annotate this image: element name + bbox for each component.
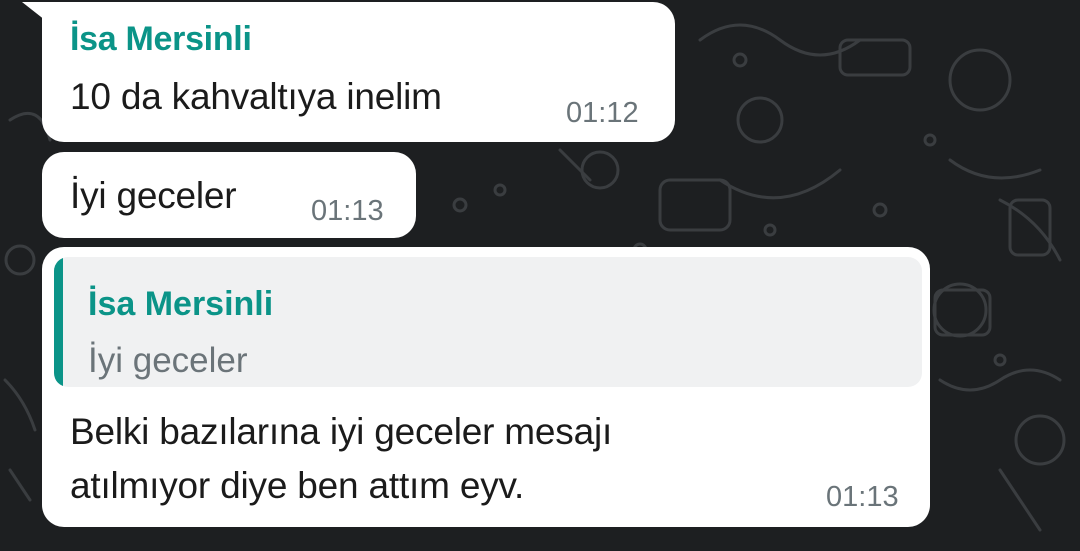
message-text: İyi geceler [70,175,237,216]
message-text-line: Belki bazılarına iyi geceler mesajı [70,411,613,452]
ball-doodle [948,48,1012,112]
quoted-text: İyi geceler [88,341,248,380]
quote-accent-bar [54,257,63,387]
message-sender: İsa Mersinli [70,20,252,58]
wave-doodle [698,23,862,57]
reply-message-bubble[interactable]: İsa Mersinli İyi geceler Belki bazıların… [42,247,930,527]
message-time: 01:13 [826,481,899,513]
message-text-line: atılmıyor diye ben attım eyv. [70,465,525,506]
quoted-sender: İsa Mersinli [88,285,274,323]
quoted-message[interactable]: İsa Mersinli İyi geceler [54,257,922,387]
message-bubble[interactable]: İsa Mersinli 10 da kahvaltıya inelim 01:… [42,2,675,142]
message-time: 01:13 [311,195,384,227]
message-text: 10 da kahvaltıya inelim [70,76,442,117]
camera-doodle [932,282,988,338]
message-bubble[interactable]: İyi geceler 01:13 [42,152,416,238]
message-time: 01:12 [566,97,639,129]
